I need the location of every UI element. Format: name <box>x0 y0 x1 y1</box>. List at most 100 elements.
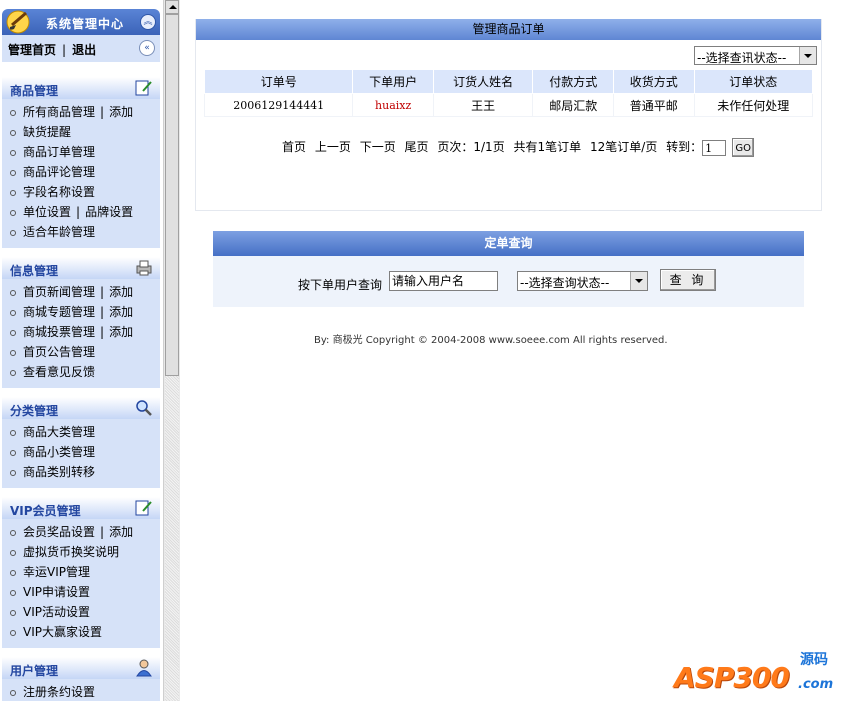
group-header[interactable]: 分类管理 <box>2 397 160 419</box>
logout-link[interactable]: 退出 <box>72 43 96 57</box>
item-label[interactable]: 商品小类管理 <box>23 445 95 459</box>
collapse-up-icon[interactable]: ︽ <box>140 14 156 30</box>
item-label[interactable]: 幸运VIP管理 <box>23 565 90 579</box>
item-label[interactable]: 所有商品管理 <box>23 105 95 119</box>
bullet-icon <box>10 449 16 456</box>
collapse-left-icon[interactable]: « <box>139 40 155 56</box>
bullet-icon <box>10 689 16 696</box>
sidebar-item-announcements[interactable]: 首页公告管理 <box>2 342 160 362</box>
next-page-link[interactable]: 下一页 <box>360 140 396 154</box>
group-header[interactable]: 信息管理 <box>2 257 160 279</box>
item-label[interactable]: 首页新闻管理 <box>23 285 95 299</box>
last-page-link[interactable]: 尾页 <box>405 140 429 154</box>
item-label[interactable]: VIP大赢家设置 <box>23 625 102 639</box>
bullet-icon <box>10 129 16 136</box>
sidebar-item-category-move[interactable]: 商品类别转移 <box>2 462 160 482</box>
item-label[interactable]: 虚拟货币换奖说明 <box>23 545 119 559</box>
goto-page-input[interactable]: 1 <box>702 139 727 156</box>
separator: | <box>100 305 105 319</box>
item-extra-link[interactable]: 添加 <box>109 325 133 339</box>
query-button[interactable]: 查 询 <box>660 269 716 291</box>
query-panel-title: 定单查询 <box>213 231 804 256</box>
scroll-up-arrow-icon[interactable] <box>165 0 179 14</box>
item-extra-link[interactable]: 品牌设置 <box>85 205 133 219</box>
item-label[interactable]: VIP活动设置 <box>23 605 90 619</box>
item-extra-link[interactable]: 添加 <box>109 305 133 319</box>
group-header[interactable]: 用户管理 <box>2 657 160 679</box>
item-extra-link[interactable]: 添加 <box>109 285 133 299</box>
item-label[interactable]: 商城专题管理 <box>23 305 95 319</box>
item-label[interactable]: 商城投票管理 <box>23 325 95 339</box>
order-user-cell[interactable]: huaixz <box>352 93 434 117</box>
sidebar-item-vip-winner[interactable]: VIP大赢家设置 <box>2 622 160 642</box>
sidebar-item-reviews[interactable]: 商品评论管理 <box>2 162 160 182</box>
payment-method-cell: 邮局汇款 <box>532 93 614 117</box>
sidebar-item-units[interactable]: 单位设置 | 品牌设置 <box>2 202 160 222</box>
sidebar-item-virtual-currency[interactable]: 虚拟货币换奖说明 <box>2 542 160 562</box>
item-label[interactable]: 商品大类管理 <box>23 425 95 439</box>
item-label[interactable]: VIP申请设置 <box>23 585 90 599</box>
sidebar-item-main-categories[interactable]: 商品大类管理 <box>2 422 160 442</box>
go-button[interactable]: GO <box>732 138 755 157</box>
item-label[interactable]: 查看意见反馈 <box>23 365 95 379</box>
order-status-cell[interactable]: 未作任何处理 <box>693 93 814 117</box>
sidebar-group-vip: VIP会员管理 会员奖品设置 | 添加 虚拟货币换奖说明 幸运VIP管理 VIP申请… <box>2 497 160 648</box>
item-label[interactable]: 字段名称设置 <box>23 185 95 199</box>
order-number-cell[interactable]: 2006129144441 <box>203 93 354 117</box>
item-label[interactable]: 适合年龄管理 <box>23 225 95 239</box>
sidebar-item-orders[interactable]: 商品订单管理 <box>2 142 160 162</box>
sidebar-item-vip-prizes[interactable]: 会员奖品设置 | 添加 <box>2 522 160 542</box>
username-input[interactable]: 请输入用户名 <box>389 271 498 291</box>
query-by-user-label: 按下单用户查询 <box>298 278 383 292</box>
group-header[interactable]: VIP会员管理 <box>2 497 160 519</box>
sidebar-item-sub-categories[interactable]: 商品小类管理 <box>2 442 160 462</box>
item-extra-link[interactable]: 添加 <box>109 105 133 119</box>
sidebar-scrollbar[interactable] <box>163 0 180 701</box>
orders-panel: 管理商品订单 --选择查讯状态-- 订单号 下单用户 订货人姓名 付款方式 收货… <box>195 19 822 211</box>
sidebar-item-all-products[interactable]: 所有商品管理 | 添加 <box>2 102 160 122</box>
sidebar-item-votes[interactable]: 商城投票管理 | 添加 <box>2 322 160 342</box>
sidebar-item-vip-activity[interactable]: VIP活动设置 <box>2 602 160 622</box>
sidebar-item-age[interactable]: 适合年龄管理 <box>2 222 160 242</box>
bullet-icon <box>10 289 16 296</box>
sidebar-item-news[interactable]: 首页新闻管理 | 添加 <box>2 282 160 302</box>
sidebar-item-field-names[interactable]: 字段名称设置 <box>2 182 160 202</box>
bullet-icon <box>10 569 16 576</box>
item-label[interactable]: 缺货提醒 <box>23 125 71 139</box>
sidebar-item-terms[interactable]: 注册条约设置 <box>2 682 160 701</box>
admin-home-link[interactable]: 管理首页 <box>8 43 56 57</box>
item-label[interactable]: 单位设置 <box>23 205 71 219</box>
scrollbar-track[interactable] <box>165 376 179 701</box>
watermark-domain: .com <box>798 677 834 692</box>
bullet-icon <box>10 229 16 236</box>
item-label[interactable]: 注册条约设置 <box>23 685 95 699</box>
item-label[interactable]: 商品类别转移 <box>23 465 95 479</box>
column-header: 订单状态 <box>693 69 814 94</box>
separator: | <box>100 525 105 539</box>
column-header: 付款方式 <box>532 69 614 94</box>
sidebar-item-topics[interactable]: 商城专题管理 | 添加 <box>2 302 160 322</box>
prev-page-link[interactable]: 上一页 <box>315 140 351 154</box>
item-label[interactable]: 商品评论管理 <box>23 165 95 179</box>
scrollbar-thumb[interactable] <box>165 14 179 376</box>
item-label[interactable]: 商品订单管理 <box>23 145 95 159</box>
separator: | <box>76 205 81 219</box>
dropdown-arrow-icon[interactable] <box>630 272 647 290</box>
dropdown-arrow-icon[interactable] <box>799 47 816 64</box>
item-extra-link[interactable]: 添加 <box>109 525 133 539</box>
order-status-select[interactable]: --选择查讯状态-- <box>694 46 817 65</box>
sidebar-item-stock-alert[interactable]: 缺货提醒 <box>2 122 160 142</box>
bullet-icon <box>10 149 16 156</box>
first-page-link[interactable]: 首页 <box>282 140 306 154</box>
sidebar-item-feedback[interactable]: 查看意见反馈 <box>2 362 160 382</box>
group-header[interactable]: 商品管理 <box>2 77 160 99</box>
sidebar-item-lucky-vip[interactable]: 幸运VIP管理 <box>2 562 160 582</box>
item-label[interactable]: 首页公告管理 <box>23 345 95 359</box>
group-title: VIP会员管理 <box>10 504 81 518</box>
item-label[interactable]: 会员奖品设置 <box>23 525 95 539</box>
group-title: 用户管理 <box>10 664 59 678</box>
sidebar-item-vip-apply[interactable]: VIP申请设置 <box>2 582 160 602</box>
query-status-select[interactable]: --选择查询状态-- <box>517 271 648 291</box>
bullet-icon <box>10 549 16 556</box>
per-page-info: 12笔订单/页 <box>590 140 658 154</box>
